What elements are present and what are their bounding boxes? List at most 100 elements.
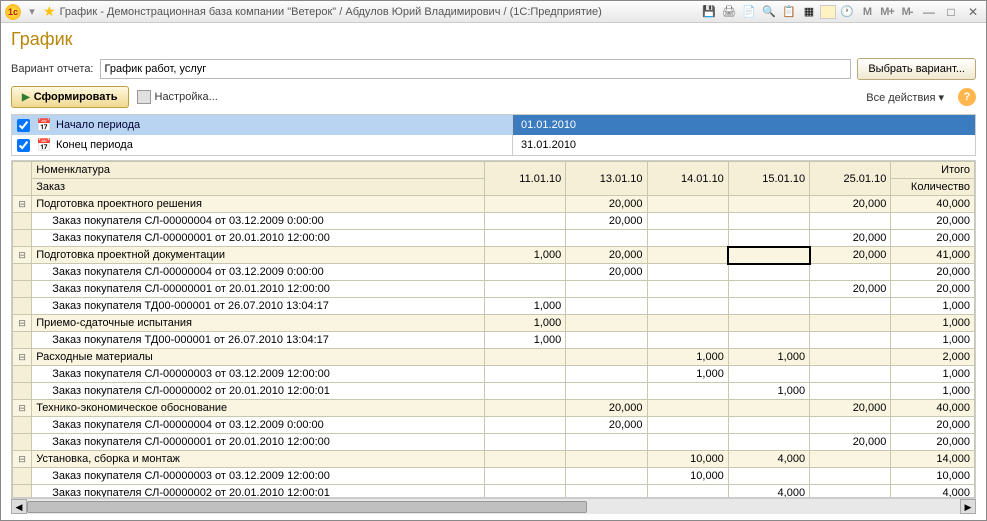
cell-value[interactable]: 1,000 <box>485 298 566 315</box>
cell-value[interactable]: 1,000 <box>728 383 809 400</box>
setup-link[interactable]: Настройка... <box>137 90 218 104</box>
scroll-right-button[interactable]: ▶ <box>960 499 976 514</box>
cell-value[interactable]: 20,000 <box>891 281 975 298</box>
cell-value[interactable] <box>647 298 728 315</box>
cell-value[interactable] <box>647 485 728 499</box>
cell-value[interactable] <box>566 281 647 298</box>
cell-value[interactable] <box>810 298 891 315</box>
group-row[interactable]: ⊟Расходные материалы1,0001,0002,000 <box>13 349 975 366</box>
col-date[interactable]: 13.01.10 <box>566 162 647 196</box>
cell-value[interactable]: 4,000 <box>728 485 809 499</box>
cell-value[interactable] <box>566 468 647 485</box>
cell-value[interactable] <box>647 383 728 400</box>
collapse-toggle[interactable]: ⊟ <box>13 451 32 468</box>
detail-row[interactable]: Заказ покупателя ТД00-000001 от 26.07.20… <box>13 332 975 349</box>
cell-value[interactable] <box>728 281 809 298</box>
cell-value[interactable] <box>728 366 809 383</box>
list-icon[interactable]: 📋 <box>780 4 798 20</box>
cell-value[interactable]: 4,000 <box>891 485 975 499</box>
all-actions-link[interactable]: Все действия ▾ <box>866 91 944 104</box>
col-total[interactable]: Итого <box>891 162 975 179</box>
cell-value[interactable]: 20,000 <box>810 434 891 451</box>
cell-value[interactable] <box>728 417 809 434</box>
star-icon[interactable]: ★ <box>43 3 56 20</box>
collapse-toggle[interactable]: ⊟ <box>13 315 32 332</box>
cell-value[interactable] <box>647 417 728 434</box>
group-value[interactable]: 4,000 <box>728 451 809 468</box>
help-icon[interactable]: ? <box>958 88 976 106</box>
maximize-button[interactable]: □ <box>942 4 960 20</box>
grid-icon[interactable]: ▦ <box>800 4 818 20</box>
cell-value[interactable]: 1,000 <box>647 366 728 383</box>
cell-value[interactable]: 20,000 <box>566 213 647 230</box>
cell-value[interactable]: 20,000 <box>891 230 975 247</box>
print-icon[interactable]: 🖨 <box>720 4 738 20</box>
detail-row[interactable]: Заказ покупателя СЛ-00000001 от 20.01.20… <box>13 230 975 247</box>
col-date[interactable]: 11.01.10 <box>485 162 566 196</box>
cell-value[interactable]: 20,000 <box>891 213 975 230</box>
group-value[interactable] <box>566 451 647 468</box>
collapse-toggle[interactable]: ⊟ <box>13 247 32 264</box>
detail-row[interactable]: Заказ покупателя СЛ-00000003 от 03.12.20… <box>13 468 975 485</box>
group-value[interactable]: 20,000 <box>810 247 891 264</box>
group-value[interactable] <box>566 349 647 366</box>
cell-value[interactable] <box>566 230 647 247</box>
group-value[interactable]: 20,000 <box>566 247 647 264</box>
cell-value[interactable] <box>485 485 566 499</box>
detail-row[interactable]: Заказ покупателя СЛ-00000004 от 03.12.20… <box>13 417 975 434</box>
group-value[interactable] <box>647 400 728 417</box>
group-value[interactable]: 10,000 <box>647 451 728 468</box>
horizontal-scrollbar[interactable]: ◀ ▶ <box>11 498 976 514</box>
group-value[interactable]: 20,000 <box>810 196 891 213</box>
cell-value[interactable] <box>485 213 566 230</box>
scroll-thumb[interactable] <box>27 501 587 513</box>
group-value[interactable] <box>728 315 809 332</box>
scroll-left-button[interactable]: ◀ <box>11 499 27 514</box>
period-start-row[interactable]: 📅 Начало периода 01.01.2010 <box>12 115 975 135</box>
cell-value[interactable] <box>647 332 728 349</box>
close-button[interactable]: ✕ <box>964 4 982 20</box>
cell-value[interactable] <box>810 332 891 349</box>
cell-value[interactable] <box>647 434 728 451</box>
group-value[interactable] <box>810 349 891 366</box>
cell-value[interactable]: 1,000 <box>485 332 566 349</box>
detail-row[interactable]: Заказ покупателя СЛ-00000002 от 20.01.20… <box>13 383 975 400</box>
collapse-toggle[interactable]: ⊟ <box>13 196 32 213</box>
group-value[interactable] <box>728 247 809 264</box>
cell-value[interactable] <box>728 264 809 281</box>
group-row[interactable]: ⊟Подготовка проектного решения20,00020,0… <box>13 196 975 213</box>
detail-row[interactable]: Заказ покупателя СЛ-00000001 от 20.01.20… <box>13 281 975 298</box>
cell-value[interactable] <box>810 417 891 434</box>
calc-icon[interactable] <box>820 5 836 19</box>
cell-value[interactable] <box>728 298 809 315</box>
cell-value[interactable] <box>810 366 891 383</box>
group-value[interactable]: 20,000 <box>566 196 647 213</box>
expand-all-toggle[interactable] <box>13 162 32 196</box>
cell-value[interactable] <box>485 281 566 298</box>
cell-value[interactable] <box>485 230 566 247</box>
cell-value[interactable] <box>566 332 647 349</box>
cell-value[interactable]: 20,000 <box>891 434 975 451</box>
cell-value[interactable] <box>810 485 891 499</box>
group-value[interactable]: 1,000 <box>891 315 975 332</box>
cell-value[interactable]: 10,000 <box>647 468 728 485</box>
group-value[interactable]: 1,000 <box>485 315 566 332</box>
cell-value[interactable]: 1,000 <box>891 332 975 349</box>
cell-value[interactable]: 1,000 <box>891 298 975 315</box>
cell-value[interactable] <box>566 298 647 315</box>
save-icon[interactable]: 💾 <box>700 4 718 20</box>
report-grid[interactable]: Номенклатура11.01.1013.01.1014.01.1015.0… <box>11 160 976 498</box>
scroll-track[interactable] <box>27 499 960 514</box>
period-end-value[interactable]: 31.01.2010 <box>512 135 975 155</box>
detail-row[interactable]: Заказ покупателя ТД00-000001 от 26.07.20… <box>13 298 975 315</box>
cell-value[interactable] <box>566 434 647 451</box>
cell-value[interactable]: 10,000 <box>891 468 975 485</box>
group-value[interactable]: 40,000 <box>891 400 975 417</box>
cell-value[interactable]: 20,000 <box>566 417 647 434</box>
period-end-checkbox[interactable] <box>17 139 30 152</box>
group-value[interactable] <box>485 196 566 213</box>
group-row[interactable]: ⊟Установка, сборка и монтаж10,0004,00014… <box>13 451 975 468</box>
search-icon[interactable]: 🔍 <box>760 4 778 20</box>
minimize-button[interactable]: — <box>920 4 938 20</box>
col-date[interactable]: 15.01.10 <box>728 162 809 196</box>
